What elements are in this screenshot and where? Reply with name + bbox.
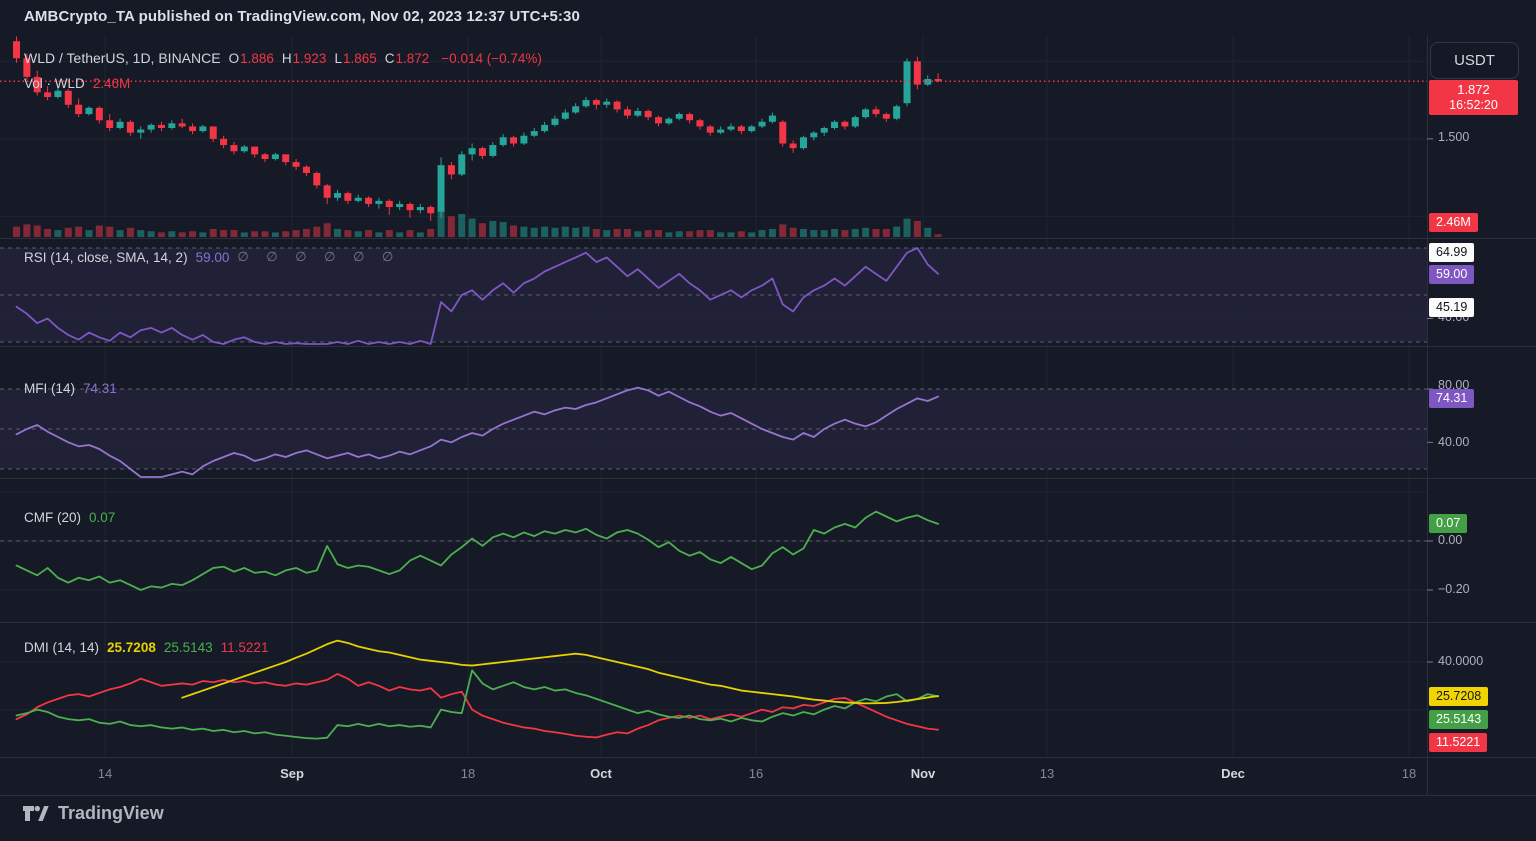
time-axis-label: 18 bbox=[446, 766, 490, 781]
tradingview-logo-icon bbox=[22, 803, 49, 824]
last-price-value: 1.872 bbox=[1429, 82, 1518, 97]
tradingview-brand-text: TradingView bbox=[58, 803, 164, 824]
rsi-legend[interactable]: RSI (14, close, SMA, 14, 2) 59.00 ∅ ∅ ∅ … bbox=[24, 249, 400, 265]
dmi-di-minus-badge: 11.5221 bbox=[1429, 733, 1487, 752]
dmi-adx-badge: 25.7208 bbox=[1429, 687, 1488, 706]
rsi-title: RSI (14, close, SMA, 14, 2) bbox=[24, 250, 188, 265]
cmf-value-badge: 0.07 bbox=[1429, 514, 1467, 533]
dmi-legend[interactable]: DMI (14, 14) 25.7208 25.5143 11.5221 bbox=[24, 640, 268, 655]
symbol-title: WLD / TetherUS, 1D, BINANCE bbox=[24, 50, 221, 66]
volume-axis-badge: 2.46M bbox=[1429, 213, 1478, 232]
price-change: −0.014 (−0.74%) bbox=[441, 51, 542, 66]
ohlc-high: H1.923 bbox=[282, 51, 327, 66]
time-axis-label: 14 bbox=[83, 766, 127, 781]
last-price-badge: 1.872 16:52:20 bbox=[1429, 80, 1518, 115]
rsi-empty-values: ∅ ∅ ∅ ∅ ∅ ∅ bbox=[237, 249, 400, 265]
rsi-lower-badge: 45.19 bbox=[1429, 298, 1474, 317]
volume-legend-label: Vol · WLD bbox=[24, 76, 85, 91]
mfi-value-badge: 74.31 bbox=[1429, 389, 1474, 408]
mfi-value: 74.31 bbox=[83, 381, 117, 396]
rsi-upper-badge: 64.99 bbox=[1429, 243, 1474, 262]
cmf-value: 0.07 bbox=[89, 510, 115, 525]
time-axis-label: Sep bbox=[270, 766, 314, 781]
dmi-di-minus-value: 11.5221 bbox=[221, 640, 269, 655]
bar-countdown: 16:52:20 bbox=[1429, 98, 1518, 112]
mfi-legend[interactable]: MFI (14) 74.31 bbox=[24, 381, 117, 396]
cmf-low-label: −0.20 bbox=[1438, 582, 1470, 596]
time-axis[interactable]: 14 Sep 18 Oct 16 Nov 13 Dec 18 bbox=[0, 758, 1536, 795]
dmi-axis-label: 40.0000 bbox=[1438, 654, 1483, 668]
tradingview-brand-link[interactable]: TradingView bbox=[22, 803, 164, 824]
ohlc-low: L1.865 bbox=[334, 51, 376, 66]
volume-legend[interactable]: Vol · WLD 2.46M bbox=[24, 76, 130, 91]
time-axis-label: Oct bbox=[579, 766, 623, 781]
chart-canvas[interactable] bbox=[0, 0, 1536, 841]
mfi-title: MFI (14) bbox=[24, 381, 75, 396]
rsi-value: 59.00 bbox=[196, 250, 230, 265]
dmi-adx-value: 25.7208 bbox=[107, 640, 156, 655]
price-axis-label: 1.500 bbox=[1438, 130, 1469, 144]
cmf-title: CMF (20) bbox=[24, 510, 81, 525]
symbol-legend[interactable]: WLD / TetherUS, 1D, BINANCE O1.886 H1.92… bbox=[24, 50, 542, 66]
cmf-legend[interactable]: CMF (20) 0.07 bbox=[24, 510, 115, 525]
tradingview-snapshot: AMBCrypto_TA published on TradingView.co… bbox=[0, 0, 1536, 841]
mfi-axis-label: 40.00 bbox=[1438, 435, 1469, 449]
currency-toggle-button[interactable]: USDT bbox=[1430, 42, 1519, 79]
cmf-zero-label: 0.00 bbox=[1438, 533, 1462, 547]
currency-toggle-label: USDT bbox=[1454, 52, 1495, 69]
volume-legend-value: 2.46M bbox=[93, 76, 131, 91]
time-axis-label: Nov bbox=[901, 766, 945, 781]
dmi-di-plus-badge: 25.5143 bbox=[1429, 710, 1488, 729]
ohlc-open: O1.886 bbox=[229, 51, 274, 66]
dmi-title: DMI (14, 14) bbox=[24, 640, 99, 655]
ohlc-close: C1.872 bbox=[385, 51, 430, 66]
rsi-value-badge: 59.00 bbox=[1429, 265, 1474, 284]
time-axis-label: 13 bbox=[1025, 766, 1069, 781]
time-axis-label: Dec bbox=[1211, 766, 1255, 781]
dmi-di-plus-value: 25.5143 bbox=[164, 640, 213, 655]
time-axis-label: 18 bbox=[1387, 766, 1431, 781]
time-axis-label: 16 bbox=[734, 766, 778, 781]
